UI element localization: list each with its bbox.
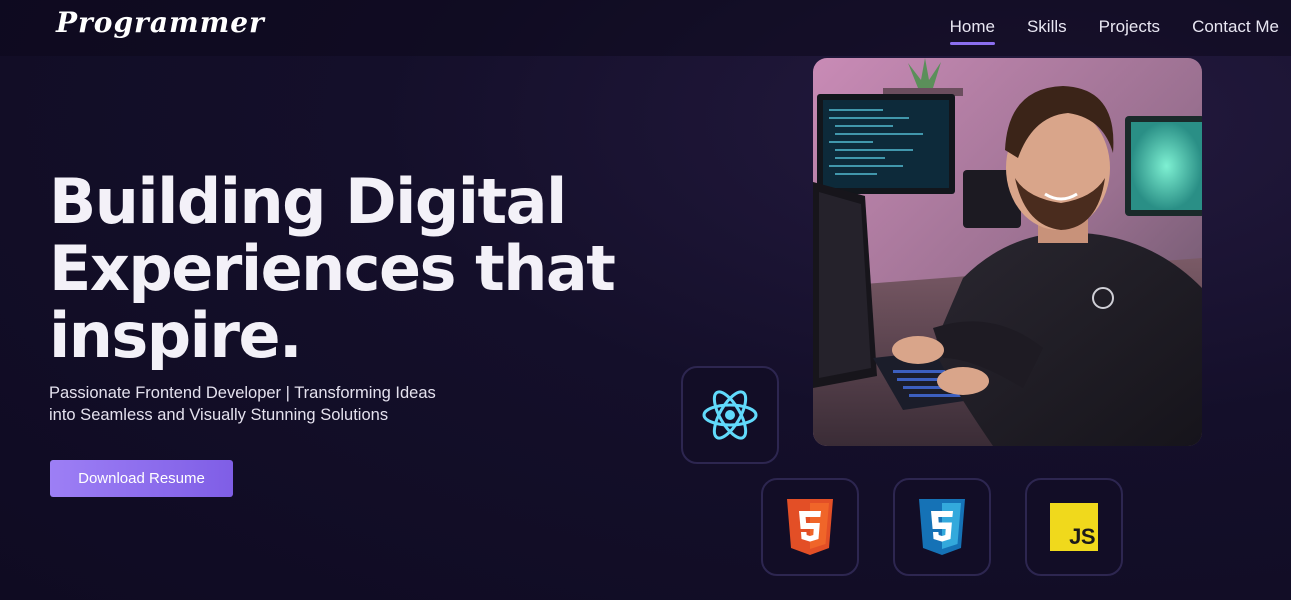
hero-subtitle-line-2: into Seamless and Visually Stunning Solu…	[49, 406, 389, 424]
download-resume-button[interactable]: Download Resume	[50, 460, 233, 497]
hero-subtitle-line-1: Passionate Frontend Developer | Transfor…	[49, 384, 436, 402]
hero-title-line-1: Building Digital	[49, 165, 567, 238]
react-tile	[681, 366, 779, 464]
javascript-tile: JS	[1025, 478, 1123, 576]
developer-photo-illustration	[813, 58, 1202, 446]
javascript-icon: JS	[1050, 503, 1098, 551]
hero-title-line-3: inspire.	[49, 299, 303, 372]
logo[interactable]: Programmer	[56, 6, 265, 39]
hero-subtitle: Passionate Frontend Developer | Transfor…	[49, 382, 489, 426]
nav-links: Home Skills Projects Contact Me	[949, 17, 1279, 45]
nav-link-home[interactable]: Home	[949, 17, 996, 45]
css3-tile	[893, 478, 991, 576]
hero-title: Building Digital Experiences that inspir…	[49, 168, 669, 369]
navbar: Programmer Home Skills Projects Contact …	[0, 0, 1291, 56]
html5-icon	[787, 499, 833, 555]
nav-link-skills[interactable]: Skills	[1027, 17, 1067, 45]
nav-link-contact[interactable]: Contact Me	[1192, 17, 1279, 45]
hero-photo	[813, 58, 1202, 446]
css3-icon	[919, 499, 965, 555]
react-icon	[702, 390, 758, 440]
nav-link-projects[interactable]: Projects	[1099, 17, 1160, 45]
html5-tile	[761, 478, 859, 576]
hero-title-line-2: Experiences that	[49, 232, 616, 305]
javascript-icon-label: JS	[1069, 524, 1095, 549]
